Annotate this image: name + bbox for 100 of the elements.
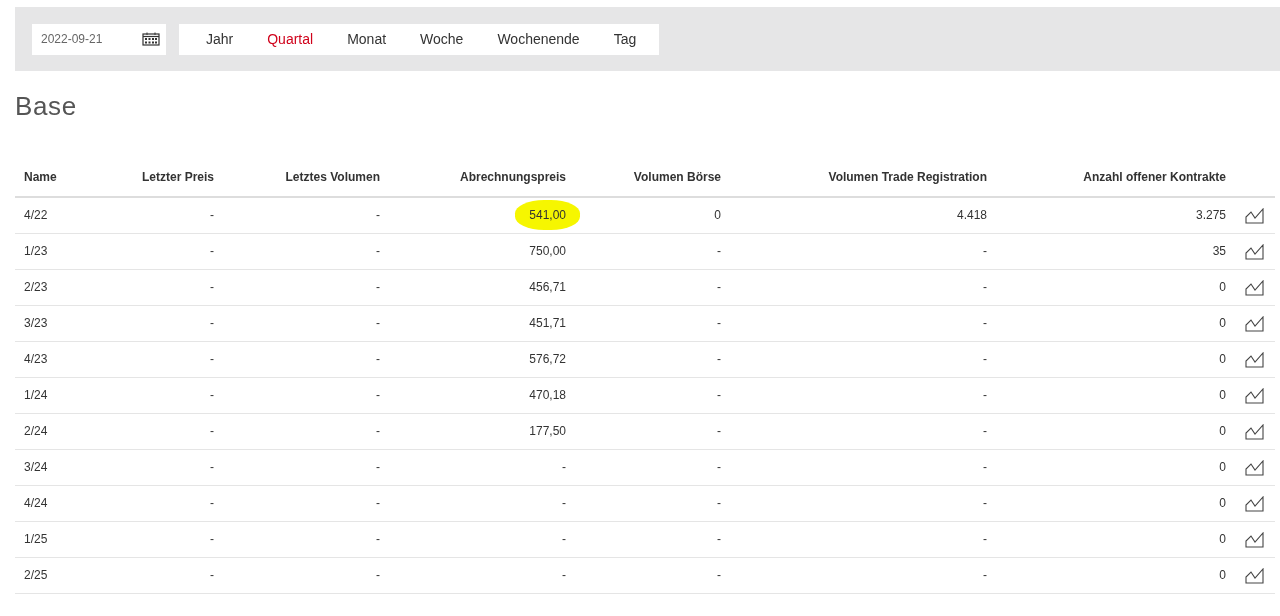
table-cell: 177,50: [529, 424, 566, 438]
line-chart-icon[interactable]: [1244, 243, 1265, 260]
table-cell: 4/22: [24, 208, 48, 223]
table-cell: 3.275: [1195, 208, 1226, 223]
table-cell: -: [717, 532, 721, 546]
table-cell: 576,72: [529, 352, 566, 366]
column-header: Letzter Preis: [141, 170, 214, 184]
table-cell: -: [562, 460, 566, 474]
section-title: Base: [15, 90, 78, 123]
table-cell: 3/24: [24, 460, 48, 474]
period-tab[interactable]: Wochenende: [480, 28, 597, 50]
date-value: 2022-09-21: [41, 31, 103, 48]
table-cell: -: [210, 424, 214, 438]
calendar-icon[interactable]: [142, 32, 160, 46]
table-cell: -: [717, 568, 721, 582]
table-cell: -: [983, 352, 987, 366]
table-cell: -: [983, 460, 987, 474]
table-cell: 4/24: [24, 496, 48, 510]
table-cell: -: [562, 532, 566, 546]
column-header: Anzahl offener Kontrakte: [1083, 170, 1226, 184]
table-cell: -: [210, 568, 214, 582]
table-cell: 1/23: [24, 244, 48, 258]
table-cell: 35: [1212, 244, 1226, 258]
table-cell: -: [376, 532, 380, 546]
table-cell: -: [376, 496, 380, 510]
line-chart-icon[interactable]: [1244, 279, 1265, 296]
table-cell: -: [983, 316, 987, 330]
table-cell: 4/23: [24, 352, 48, 366]
period-tab[interactable]: Monat: [330, 28, 404, 50]
table-cell: -: [210, 316, 214, 330]
period-tab[interactable]: Quartal: [250, 28, 331, 50]
table-cell: -: [983, 388, 987, 402]
table-cell: -: [717, 280, 721, 294]
table-cell: 0: [1219, 352, 1226, 366]
line-chart-icon[interactable]: [1244, 387, 1265, 404]
table-cell: -: [983, 496, 987, 510]
table-cell: 2/24: [24, 424, 48, 438]
line-chart-icon[interactable]: [1244, 315, 1265, 332]
highlighted-cell: 541,00: [515, 200, 580, 231]
table-cell: -: [376, 352, 380, 366]
table-cell: -: [210, 496, 214, 510]
table-cell: 750,00: [529, 244, 566, 258]
line-chart-icon[interactable]: [1244, 423, 1265, 440]
table-cell: 2/23: [24, 280, 48, 294]
table-cell: -: [210, 532, 214, 546]
table-cell: -: [376, 388, 380, 402]
table-cell: 0: [1219, 424, 1226, 438]
table-cell: 4.418: [956, 208, 987, 223]
column-header: Volumen Börse: [633, 170, 721, 184]
period-tab[interactable]: Woche: [403, 28, 481, 50]
table-cell: 1/25: [24, 532, 48, 546]
line-chart-icon[interactable]: [1244, 351, 1265, 368]
table-cell: -: [983, 244, 987, 258]
column-header: Volumen Trade Registration: [828, 170, 987, 184]
table-cell: -: [562, 496, 566, 510]
table-cell: 456,71: [529, 280, 566, 294]
table-cell: -: [210, 460, 214, 474]
column-header: Name: [24, 170, 57, 184]
table-cell: -: [210, 208, 214, 223]
table-cell: 470,18: [529, 388, 566, 402]
table-cell: 0: [1219, 532, 1226, 546]
table-cell: 0: [1219, 460, 1226, 474]
table-cell: 0: [1219, 496, 1226, 510]
table-cell: -: [562, 568, 566, 582]
line-chart-icon[interactable]: [1244, 459, 1265, 476]
date-field[interactable]: 2022-09-21: [32, 23, 166, 55]
table-cell: -: [210, 244, 214, 258]
line-chart-icon[interactable]: [1244, 208, 1265, 225]
line-chart-icon[interactable]: [1244, 567, 1265, 584]
table-cell: -: [717, 316, 721, 330]
table-cell: -: [210, 388, 214, 402]
column-header: Letztes Volumen: [285, 170, 380, 184]
table-cell: 0: [1219, 280, 1226, 294]
table-cell: -: [983, 532, 987, 546]
table-cell: -: [376, 424, 380, 438]
table-cell: 2/25: [24, 568, 48, 582]
column-header: Abrechnungspreis: [459, 170, 566, 184]
table-cell: -: [717, 496, 721, 510]
table-cell: 0: [1219, 568, 1226, 582]
table-cell: -: [717, 244, 721, 258]
table-cell: -: [983, 568, 987, 582]
table-cell: -: [717, 388, 721, 402]
line-chart-icon[interactable]: [1244, 495, 1265, 512]
table-cell: -: [717, 352, 721, 366]
table-cell: -: [210, 280, 214, 294]
table-cell: -: [717, 424, 721, 438]
period-tab[interactable]: Jahr: [189, 28, 251, 50]
table-cell: -: [376, 316, 380, 330]
table-cell: -: [983, 424, 987, 438]
table-cell: 0: [1219, 388, 1226, 402]
table-cell: -: [376, 244, 380, 258]
table-cell: -: [210, 352, 214, 366]
period-tab[interactable]: Tag: [596, 28, 654, 50]
line-chart-icon[interactable]: [1244, 531, 1265, 548]
table-cell: 451,71: [529, 316, 566, 330]
table-cell: -: [717, 460, 721, 474]
table-cell: -: [376, 460, 380, 474]
table-cell: -: [376, 568, 380, 582]
table-cell: -: [983, 280, 987, 294]
table-cell: -: [376, 208, 380, 223]
